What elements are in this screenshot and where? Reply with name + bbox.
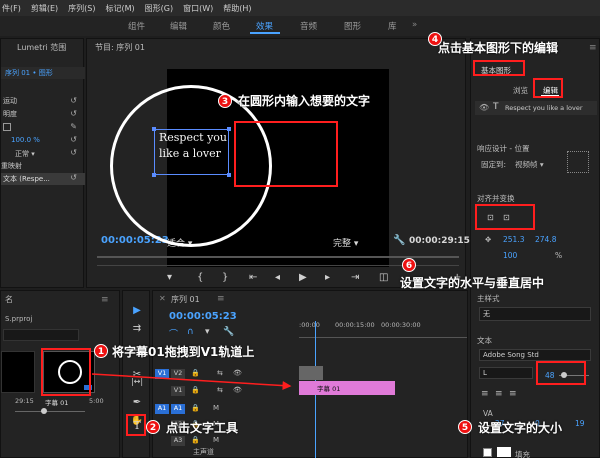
step-note-4: 点击基本图形下的编辑 xyxy=(438,41,559,55)
step-note-5: 设置文字的大小 xyxy=(478,421,563,435)
step-note-3: 在圆形内输入想要的文字 xyxy=(238,94,371,108)
step-badge-2: 2 xyxy=(146,420,160,434)
annotation-arrow xyxy=(91,373,292,391)
step-badge-1: 1 xyxy=(94,344,108,358)
step-note-2: 点击文字工具 xyxy=(166,421,239,435)
step-badge-6: 6 xyxy=(402,258,416,272)
step-note-1: 将字幕01拖拽到V1轨道上 xyxy=(112,345,255,359)
step-badge-3: 3 xyxy=(218,94,232,108)
step-note-6: 设置文字的水平与垂直居中 xyxy=(400,276,545,290)
step-badge-5: 5 xyxy=(458,420,472,434)
